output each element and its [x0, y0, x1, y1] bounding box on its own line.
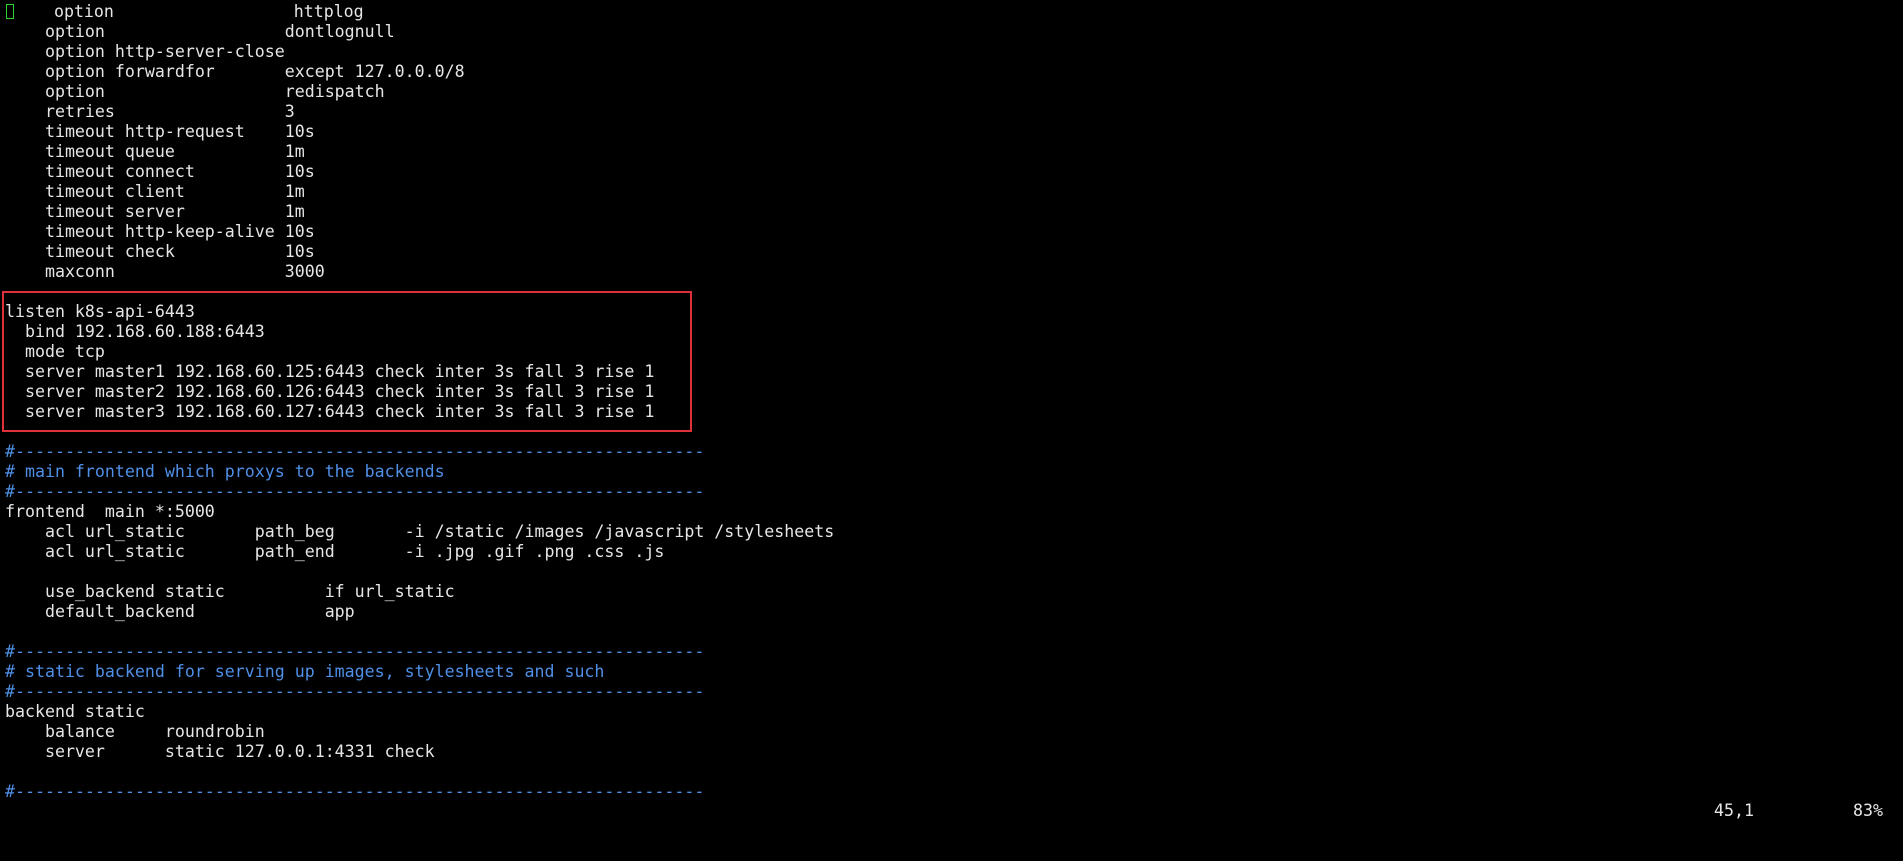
comment-line: # static backend for serving up images, …: [5, 662, 605, 681]
code-line: timeout http-request 10s: [5, 122, 315, 141]
code-line: balance roundrobin: [5, 722, 265, 741]
code-line: option redispatch: [5, 82, 385, 101]
cursor: [6, 4, 14, 19]
comment-line: #---------------------------------------…: [5, 482, 705, 501]
code-line: timeout server 1m: [5, 202, 305, 221]
code-line: option dontlognull: [5, 22, 395, 41]
code-line: option httplog: [5, 2, 1895, 22]
comment-line: #---------------------------------------…: [5, 642, 705, 661]
code-line: option forwardfor except 127.0.0.0/8: [5, 62, 465, 81]
code-line: retries 3: [5, 102, 295, 121]
comment-line: #---------------------------------------…: [5, 442, 705, 461]
cursor-position: 45,1: [1714, 801, 1754, 820]
code-line: acl url_static path_beg -i /static /imag…: [5, 522, 835, 541]
scroll-percentage: 83%: [1853, 801, 1883, 820]
comment-line: #---------------------------------------…: [5, 682, 705, 701]
code-line: backend static: [5, 702, 145, 721]
code-line: timeout http-keep-alive 10s: [5, 222, 315, 241]
code-line: timeout client 1m: [5, 182, 305, 201]
status-line: 45,1 83%: [0, 801, 1903, 821]
comment-line: #---------------------------------------…: [5, 782, 705, 801]
code-line: timeout queue 1m: [5, 142, 305, 161]
code-line: maxconn 3000: [5, 262, 325, 281]
code-line: acl url_static path_end -i .jpg .gif .pn…: [5, 542, 665, 561]
code-line: server static 127.0.0.1:4331 check: [5, 742, 435, 761]
code-line: use_backend static if url_static: [5, 582, 455, 601]
highlight-annotation-box: [2, 291, 692, 432]
code-line: frontend main *:5000: [5, 502, 215, 521]
code-line: default_backend app: [5, 602, 355, 621]
code-line: timeout connect 10s: [5, 162, 315, 181]
code-line: timeout check 10s: [5, 242, 315, 261]
code-line: option http-server-close: [5, 42, 285, 61]
comment-line: # main frontend which proxys to the back…: [5, 462, 445, 481]
